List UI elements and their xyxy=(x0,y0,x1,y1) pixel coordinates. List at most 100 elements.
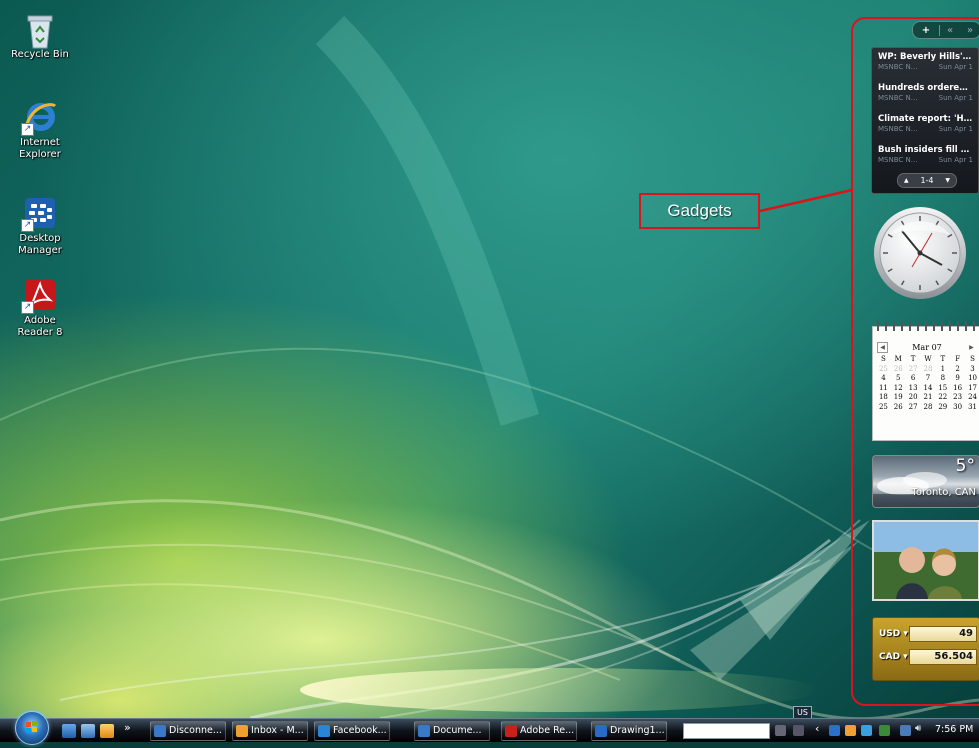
currency-row: USD ▾ 49 xyxy=(879,625,977,643)
taskbar-button[interactable]: Inbox - M... xyxy=(232,721,308,741)
tray-expand-button[interactable]: ‹ xyxy=(815,722,819,735)
taskbar-button[interactable]: Drawing1... xyxy=(591,721,667,741)
news-date: Sun Apr 1 xyxy=(938,63,973,71)
start-button[interactable] xyxy=(15,711,49,745)
next-gadgets-button[interactable]: » xyxy=(960,25,979,36)
calendar-day[interactable]: 28 xyxy=(921,365,936,375)
tray-outlook-icon[interactable] xyxy=(845,725,856,736)
news-date: Sun Apr 1 xyxy=(938,156,973,164)
tray-sync-icon[interactable] xyxy=(879,725,890,736)
quick-launch-switch-windows-icon[interactable] xyxy=(81,724,95,738)
calendar-day[interactable]: 23 xyxy=(950,393,965,403)
weather-city: Toronto, CAN xyxy=(911,487,976,498)
quick-launch-overflow-button[interactable]: » xyxy=(124,721,131,734)
quick-launch-outlook-icon[interactable] xyxy=(100,724,114,738)
sidebar-controls: + « » xyxy=(912,21,979,39)
news-headline: Climate report: 'High... xyxy=(878,114,973,124)
volume-icon[interactable]: 🔊︎ xyxy=(915,723,921,734)
news-source: MSNBC N... xyxy=(878,94,918,102)
taskbar-button[interactable]: Facebook... xyxy=(314,721,390,741)
taskbar: » Disconne... Inbox - M... Facebook... D… xyxy=(0,711,979,745)
calendar-day[interactable]: 16 xyxy=(950,384,965,394)
taskbar-button[interactable]: Adobe Re... xyxy=(501,721,577,741)
news-item[interactable]: Bush insiders fill pro... MSNBC N... Sun … xyxy=(878,145,973,176)
currency-amount-input[interactable]: 56.504 xyxy=(909,649,977,665)
news-headline: WP: Beverly Hills' Ir... xyxy=(878,52,973,62)
currency-code-dropdown[interactable]: CAD ▾ xyxy=(879,652,909,662)
taskbar-button-label: Adobe Re... xyxy=(520,725,575,736)
remote-connection-icon xyxy=(154,725,166,737)
calendar-day[interactable]: 8 xyxy=(935,374,950,384)
slideshow-gadget[interactable] xyxy=(872,520,979,601)
calendar-day[interactable]: 17 xyxy=(965,384,979,394)
calendar-day[interactable]: 6 xyxy=(906,374,921,384)
calendar-day[interactable]: 5 xyxy=(891,374,906,384)
calendar-day[interactable]: 9 xyxy=(950,374,965,384)
calendar-day[interactable]: 1 xyxy=(935,365,950,375)
calendar-day[interactable]: 29 xyxy=(935,403,950,413)
calendar-next-month-button[interactable]: ▶ xyxy=(966,342,977,353)
calendar-day[interactable]: 24 xyxy=(965,393,979,403)
news-item[interactable]: Hundreds ordered to ... MSNBC N... Sun Ap… xyxy=(878,83,973,114)
add-gadget-button[interactable]: + xyxy=(913,24,940,36)
calendar-day[interactable]: 28 xyxy=(921,403,936,413)
calendar-day[interactable]: 22 xyxy=(935,393,950,403)
address-toolbar-input[interactable] xyxy=(683,723,770,739)
news-date: Sun Apr 1 xyxy=(938,94,973,102)
calendar-gadget: ◀ Mar 07 ▶ S M T W T F S 25 26 27 28 1 2… xyxy=(872,321,979,441)
calendar-day[interactable]: 18 xyxy=(876,393,891,403)
calendar-day[interactable]: 20 xyxy=(906,393,921,403)
calendar-day[interactable]: 13 xyxy=(906,384,921,394)
news-item[interactable]: WP: Beverly Hills' Ir... MSNBC N... Sun A… xyxy=(878,52,973,83)
currency-code-dropdown[interactable]: USD ▾ xyxy=(879,629,909,639)
news-date: Sun Apr 1 xyxy=(938,125,973,133)
calendar-day[interactable]: 2 xyxy=(950,365,965,375)
news-headline: Hundreds ordered to ... xyxy=(878,83,973,93)
tray-device-icon[interactable] xyxy=(793,725,804,736)
calendar-week-row: 25 26 27 28 1 2 3 xyxy=(876,365,979,375)
tray-blackberry-icon[interactable] xyxy=(829,725,840,736)
calendar-grid: S M T W T F S 25 26 27 28 1 2 3 4 5 6 7 … xyxy=(876,355,979,412)
calendar-day[interactable]: 21 xyxy=(921,393,936,403)
clock-gadget[interactable] xyxy=(872,205,968,301)
calendar-day[interactable]: 4 xyxy=(876,374,891,384)
calendar-day[interactable]: 19 xyxy=(891,393,906,403)
previous-gadgets-button[interactable]: « xyxy=(940,25,960,36)
calendar-day[interactable]: 26 xyxy=(891,365,906,375)
news-item[interactable]: Climate report: 'High... MSNBC N... Sun A… xyxy=(878,114,973,145)
calendar-day[interactable]: 14 xyxy=(921,384,936,394)
taskbar-button-label: Inbox - M... xyxy=(251,725,304,736)
quick-launch-show-desktop-icon[interactable] xyxy=(62,724,76,738)
calendar-header: ◀ Mar 07 ▶ xyxy=(877,341,977,353)
calendar-day[interactable]: 26 xyxy=(891,403,906,413)
calendar-day[interactable]: 25 xyxy=(876,403,891,413)
calendar-day[interactable]: 10 xyxy=(965,374,979,384)
news-page-indicator: 1-4 xyxy=(920,176,934,185)
calendar-week-row: 25 26 27 28 29 30 31 xyxy=(876,403,979,413)
calendar-week-row: 18 19 20 21 22 23 24 xyxy=(876,393,979,403)
calendar-day[interactable]: 27 xyxy=(906,365,921,375)
tray-network-icon[interactable] xyxy=(775,725,786,736)
calendar-day[interactable]: 12 xyxy=(891,384,906,394)
tray-display-icon[interactable] xyxy=(900,725,911,736)
currency-amount-input[interactable]: 49 xyxy=(909,626,977,642)
calendar-day[interactable]: 31 xyxy=(965,403,979,413)
taskbar-button-label: Facebook... xyxy=(333,725,387,736)
calendar-day[interactable]: 30 xyxy=(950,403,965,413)
currency-converter-gadget: USD ▾ 49 CAD ▾ 56.504 xyxy=(872,617,979,681)
news-next-button[interactable]: ▼ xyxy=(945,177,950,184)
news-previous-button[interactable]: ▲ xyxy=(904,177,909,184)
taskbar-button[interactable]: Disconne... xyxy=(150,721,226,741)
tray-messenger-icon[interactable] xyxy=(861,725,872,736)
calendar-day[interactable]: 27 xyxy=(906,403,921,413)
calendar-prev-month-button[interactable]: ◀ xyxy=(877,341,888,353)
calendar-day[interactable]: 15 xyxy=(935,384,950,394)
adobe-reader-icon xyxy=(505,725,517,737)
calendar-day[interactable]: 7 xyxy=(921,374,936,384)
calendar-day[interactable]: 11 xyxy=(876,384,891,394)
calendar-day[interactable]: 25 xyxy=(876,365,891,375)
weather-gadget[interactable]: 5° Toronto, CAN xyxy=(872,455,979,508)
taskbar-button[interactable]: Docume... xyxy=(414,721,490,741)
taskbar-clock[interactable]: 7:56 PM xyxy=(935,724,973,735)
calendar-day[interactable]: 3 xyxy=(965,365,979,375)
